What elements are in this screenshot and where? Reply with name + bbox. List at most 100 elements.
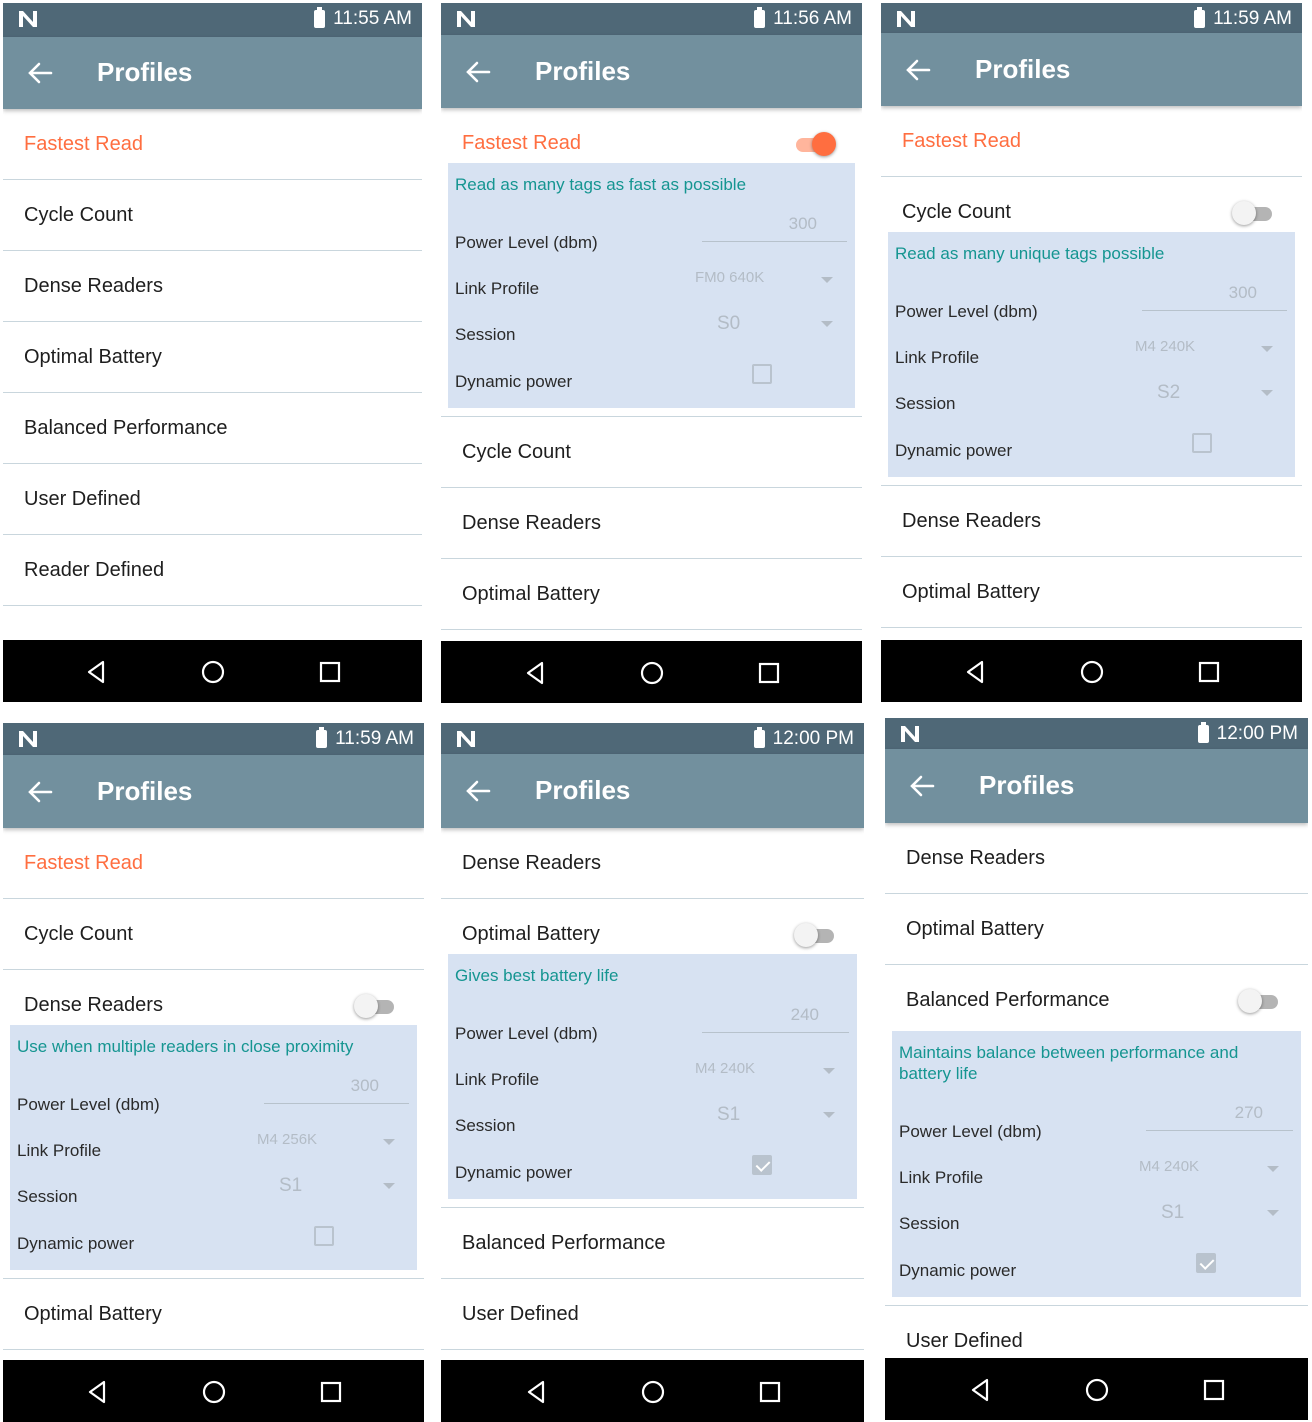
session-dropdown[interactable]: S1 (1161, 1202, 1184, 1224)
app-bar: Profiles (441, 754, 864, 828)
profile-item[interactable]: Fastest Read (3, 828, 424, 899)
dynamic-power-checkbox[interactable] (752, 364, 772, 384)
nav-back-icon[interactable] (969, 1378, 993, 1402)
profile-item[interactable]: Cycle Count (3, 180, 422, 251)
back-arrow-icon[interactable] (27, 781, 53, 803)
profile-label: Dense Readers (24, 994, 163, 1016)
nav-recents-icon[interactable] (757, 661, 781, 685)
link-dropdown[interactable]: M4 240K (1139, 1158, 1199, 1175)
nav-home-icon[interactable] (201, 660, 225, 684)
nav-recents-icon[interactable] (1202, 1378, 1226, 1402)
back-arrow-icon[interactable] (465, 780, 491, 802)
nav-back-icon[interactable] (964, 660, 988, 684)
profile-item[interactable]: Reader Defined (3, 535, 422, 606)
app-bar: Profiles (3, 755, 424, 828)
profile-item[interactable]: Fastest Read (3, 109, 422, 180)
profile-item[interactable]: User Defined (3, 464, 422, 535)
profile-item[interactable]: Dense Readers (441, 488, 862, 559)
nav-back-icon[interactable] (524, 661, 548, 685)
profile-list: Fastest Read Cycle Count Read as many uniq… (881, 106, 1302, 640)
app-bar: Profiles (881, 33, 1302, 106)
dynamic-power-checkbox[interactable] (1196, 1253, 1216, 1273)
power-level-input[interactable]: 300 (789, 214, 817, 234)
profile-toggle[interactable] (792, 132, 836, 156)
nav-home-icon[interactable] (640, 661, 664, 685)
profile-item[interactable]: Cycle Count (441, 417, 862, 488)
power-level-input[interactable]: 300 (351, 1076, 379, 1096)
dropdown-caret-icon (823, 1112, 835, 1118)
back-arrow-icon[interactable] (905, 59, 931, 81)
dropdown-caret-icon (1267, 1166, 1279, 1172)
phone-screen: 11:56 AM Profiles Fastest Read Read as many… (441, 3, 862, 703)
profile-item[interactable]: Fastest Read (881, 106, 1302, 177)
dynamic-power-checkbox[interactable] (752, 1155, 772, 1175)
nav-back-icon[interactable] (85, 660, 109, 684)
nav-back-icon[interactable] (525, 1380, 549, 1404)
system-nav-bar (885, 1358, 1308, 1420)
profile-item[interactable]: Optimal Battery (3, 322, 422, 393)
dynamic-power-checkbox[interactable] (1192, 433, 1212, 453)
nav-back-icon[interactable] (86, 1380, 110, 1404)
profile-item[interactable]: Optimal Battery (885, 894, 1308, 965)
back-arrow-icon[interactable] (27, 62, 53, 84)
power-label: Power Level (dbm) (17, 1095, 160, 1114)
back-arrow-icon[interactable] (909, 775, 935, 797)
power-level-underline (264, 1103, 409, 1104)
nav-recents-icon[interactable] (318, 660, 342, 684)
profile-toggle[interactable] (1232, 201, 1276, 225)
page-title: Profiles (975, 54, 1071, 84)
profile-item[interactable]: User Defined (885, 1306, 1308, 1358)
nav-recents-icon[interactable] (1197, 660, 1221, 684)
nav-home-icon[interactable] (641, 1380, 665, 1404)
profile-item[interactable]: Fastest Read (441, 108, 862, 163)
nav-recents-icon[interactable] (758, 1380, 782, 1404)
dynamic-power-checkbox[interactable] (314, 1226, 334, 1246)
session-dropdown[interactable]: S1 (717, 1104, 740, 1126)
profile-item[interactable]: Cycle Count (881, 177, 1302, 232)
link-dropdown[interactable]: FM0 640K (695, 269, 764, 286)
link-dropdown[interactable]: M4 256K (257, 1131, 317, 1148)
profile-item[interactable]: Dense Readers (881, 486, 1302, 557)
dropdown-caret-icon (821, 277, 833, 283)
link-dropdown[interactable]: M4 240K (1135, 338, 1195, 355)
profile-item[interactable]: Balanced Performance (3, 393, 422, 464)
profile-item[interactable]: User Defined (441, 1279, 864, 1350)
power-level-input[interactable]: 300 (1229, 283, 1257, 303)
profile-toggle[interactable] (354, 994, 398, 1018)
profile-toggle[interactable] (1238, 989, 1282, 1013)
n-logo-icon (897, 11, 915, 27)
profile-item[interactable]: Optimal Battery (3, 1279, 424, 1350)
profile-item[interactable]: Optimal Battery (881, 557, 1302, 628)
profile-item[interactable]: Cycle Count (3, 899, 424, 970)
profile-list: Fastest Read Cycle Count Dense Readers Opti… (3, 109, 422, 640)
profile-item[interactable]: Dense Readers (885, 823, 1308, 894)
profile-item[interactable]: Optimal Battery (441, 559, 862, 630)
profile-item[interactable]: Balanced Performance (441, 1208, 864, 1279)
nav-recents-icon[interactable] (319, 1380, 343, 1404)
phone-screen: 11:59 AM Profiles Fastest Read Cycle Count D… (3, 723, 424, 1422)
profile-label: Cycle Count (24, 923, 133, 945)
nav-home-icon[interactable] (202, 1380, 226, 1404)
battery-icon (1197, 722, 1209, 743)
nav-home-icon[interactable] (1080, 660, 1104, 684)
profile-item[interactable]: Dense Readers (3, 251, 422, 322)
profile-item[interactable]: Dense Readers (3, 970, 424, 1025)
profile-item[interactable]: Dense Readers (441, 828, 864, 899)
power-level-input[interactable]: 240 (791, 1005, 819, 1025)
profile-toggle[interactable] (794, 923, 838, 947)
session-dropdown[interactable]: S0 (717, 313, 740, 335)
page-title: Profiles (979, 770, 1075, 800)
link-dropdown[interactable]: M4 240K (695, 1060, 755, 1077)
n-logo-icon (457, 731, 475, 747)
session-dropdown[interactable]: S1 (279, 1175, 302, 1197)
profile-item[interactable]: Balanced Performance (885, 965, 1308, 1031)
power-level-input[interactable]: 270 (1235, 1103, 1263, 1123)
back-arrow-icon[interactable] (465, 61, 491, 83)
nav-home-icon[interactable] (1085, 1378, 1109, 1402)
session-dropdown[interactable]: S2 (1157, 382, 1180, 404)
dropdown-caret-icon (1261, 390, 1273, 396)
system-nav-bar (3, 1360, 424, 1422)
profile-label: Balanced Performance (906, 989, 1110, 1011)
profile-item[interactable]: Optimal Battery (441, 899, 864, 954)
status-bar: 12:00 PM (441, 723, 864, 754)
